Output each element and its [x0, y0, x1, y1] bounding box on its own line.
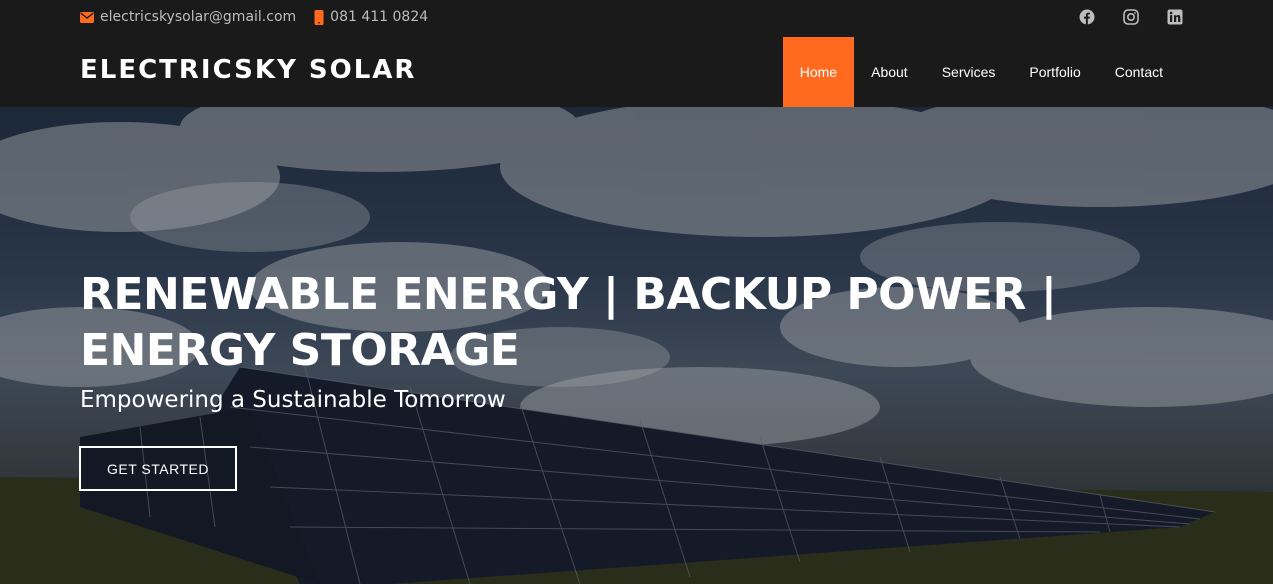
site-header: ELECTRICSKY SOLAR Home About Services Po…: [0, 37, 1273, 107]
email-text[interactable]: electricskysolar@gmail.com: [100, 9, 296, 25]
site-logo[interactable]: ELECTRICSKY SOLAR: [80, 55, 416, 85]
hero-section: RENEWABLE ENERGY | BACKUP POWER | ENERGY…: [0, 107, 1273, 584]
nav-item-portfolio[interactable]: Portfolio: [1012, 37, 1097, 107]
facebook-icon[interactable]: [1079, 9, 1095, 25]
linkedin-icon[interactable]: [1167, 9, 1183, 25]
social-links: [1079, 9, 1183, 25]
top-bar: electricskysolar@gmail.com 081 411 0824: [0, 0, 1273, 37]
email-contact[interactable]: electricskysolar@gmail.com: [80, 9, 296, 25]
contact-info: electricskysolar@gmail.com 081 411 0824: [80, 9, 428, 25]
get-started-button[interactable]: GET STARTED: [79, 446, 237, 491]
hero-subtitle: Empowering a Sustainable Tomorrow: [80, 387, 506, 413]
mobile-phone-icon: [314, 9, 324, 25]
hero-title: RENEWABLE ENERGY | BACKUP POWER | ENERGY…: [80, 269, 1057, 376]
instagram-icon[interactable]: [1123, 9, 1139, 25]
envelope-icon: [80, 11, 94, 23]
nav-item-services[interactable]: Services: [925, 37, 1013, 107]
phone-text[interactable]: 081 411 0824: [330, 9, 428, 25]
nav-item-about[interactable]: About: [854, 37, 925, 107]
nav-item-home[interactable]: Home: [782, 37, 855, 107]
main-nav: Home About Services Portfolio Contact: [782, 37, 1180, 107]
phone-contact[interactable]: 081 411 0824: [314, 9, 428, 25]
nav-item-contact[interactable]: Contact: [1098, 37, 1180, 107]
